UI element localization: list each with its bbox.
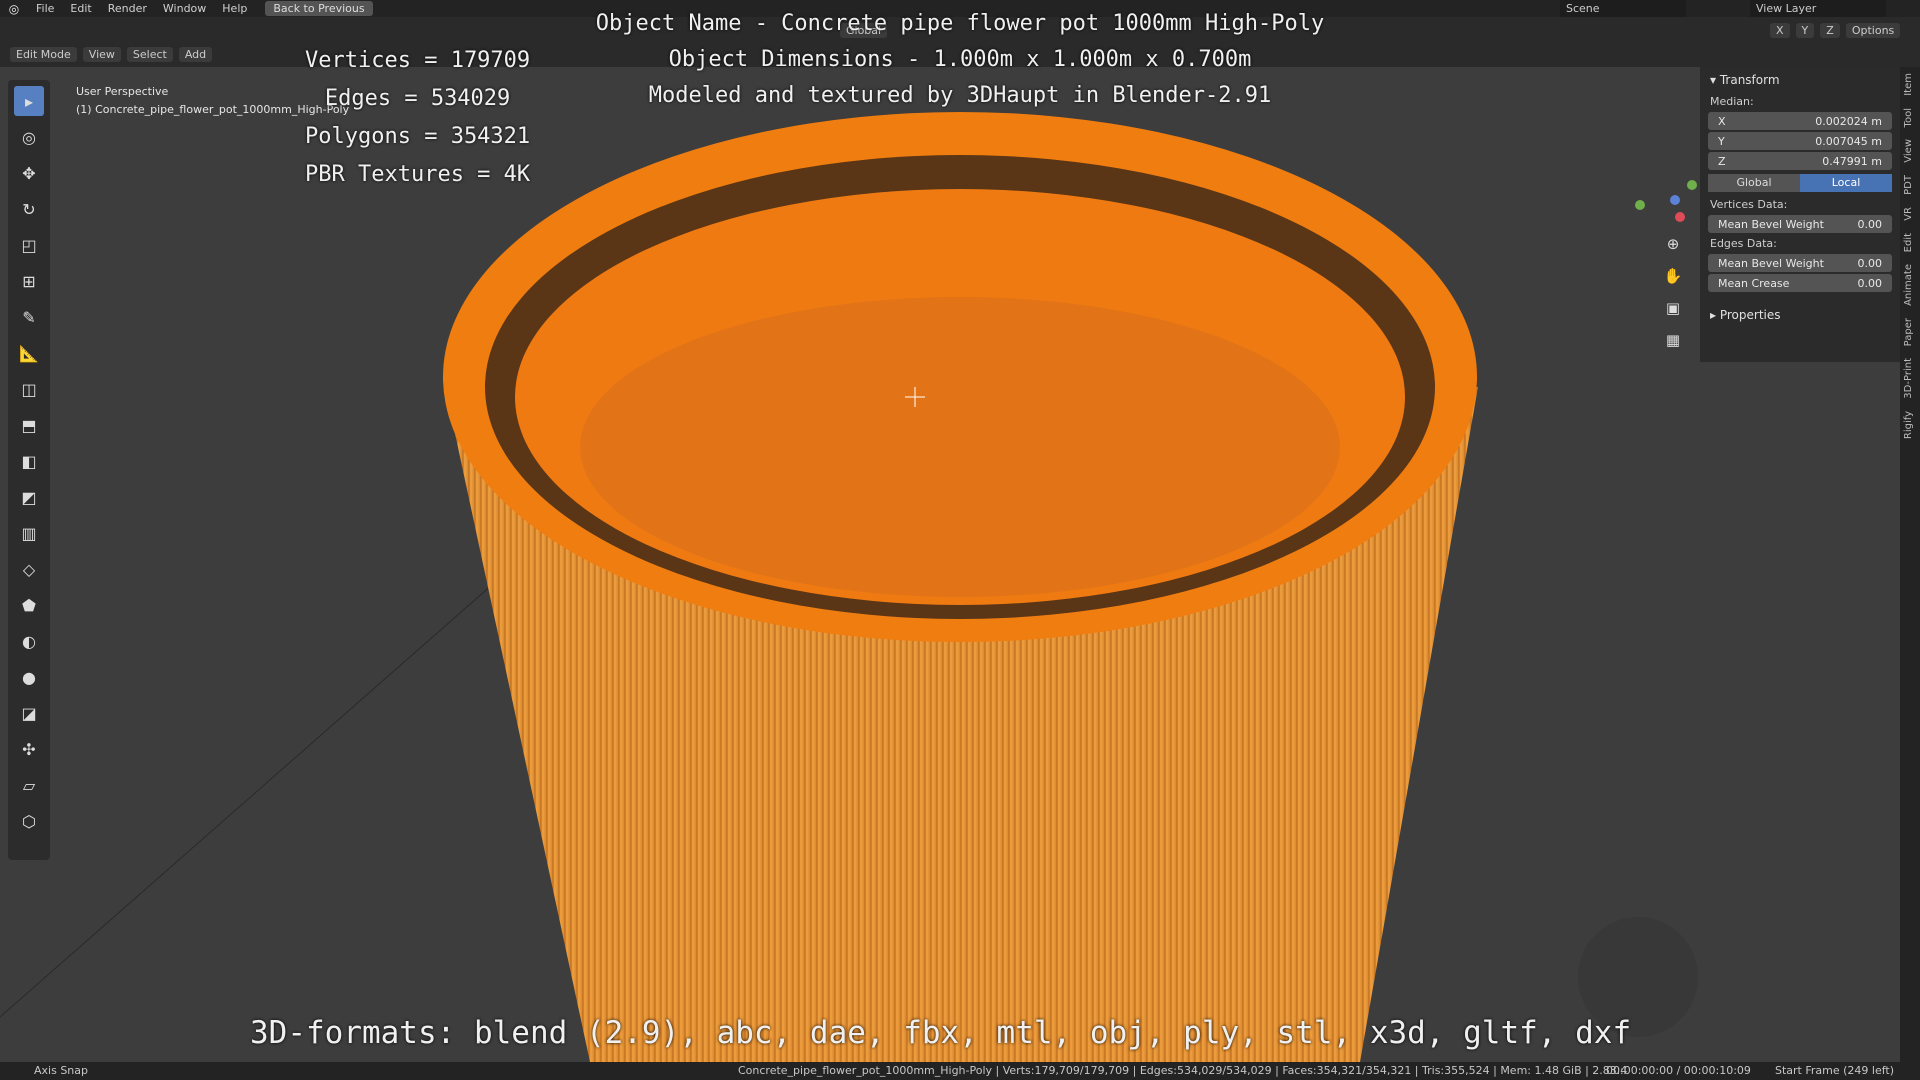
axis-x-toggle[interactable]: X: [1770, 22, 1790, 38]
cursor-tool-icon[interactable]: ◎: [14, 122, 44, 152]
tab-item[interactable]: Item: [1900, 67, 1917, 102]
vertices-data-label: Vertices Data:: [1710, 198, 1788, 211]
loop-cut-tool-icon[interactable]: ▥: [14, 518, 44, 548]
formats-overlay: 3D-formats: blend (2.9), abc, dae, fbx, …: [250, 1015, 1632, 1051]
perspective-label: User Perspective: [76, 85, 169, 98]
knife-tool-icon[interactable]: ◇: [14, 554, 44, 584]
add-cube-tool-icon[interactable]: ◫: [14, 374, 44, 404]
tab-vr[interactable]: VR: [1900, 201, 1917, 227]
shear-tool-icon[interactable]: ▱: [14, 770, 44, 800]
bevel-tool-icon[interactable]: ◩: [14, 482, 44, 512]
tab-3d-print[interactable]: 3D-Print: [1900, 352, 1917, 405]
axis-gizmo-icon: [1635, 180, 1697, 222]
median-y-field[interactable]: Y 0.007045 m: [1708, 132, 1892, 150]
menu-help[interactable]: Help: [214, 2, 255, 15]
menu-edit[interactable]: Edit: [62, 2, 99, 15]
grid-view-icon[interactable]: ▦: [1660, 331, 1686, 357]
tab-animate[interactable]: Animate: [1900, 258, 1917, 312]
rip-tool-icon[interactable]: ⬡: [14, 806, 44, 836]
pot-mesh: [0, 112, 1698, 1062]
view-menu[interactable]: View: [82, 46, 121, 62]
frame-info: Start Frame (249 left): [1775, 1064, 1895, 1077]
smooth-tool-icon[interactable]: ●: [14, 662, 44, 692]
object-dimensions-line: Object Dimensions - 1.000m x 1.000m x 0.…: [668, 47, 1252, 72]
median-x-field[interactable]: X 0.002024 m: [1708, 112, 1892, 130]
rotate-tool-icon[interactable]: ↻: [14, 194, 44, 224]
object-info-overlay: Object Name - Concrete pipe flower pot 1…: [560, 6, 1360, 114]
annotate-tool-icon[interactable]: ✎: [14, 302, 44, 332]
back-to-previous-button[interactable]: Back to Previous: [265, 1, 373, 16]
tab-tool[interactable]: Tool: [1900, 102, 1917, 133]
navigation-gizmo: ⊕ ✋ ▣ ▦: [1635, 180, 1697, 363]
properties-section-header[interactable]: ▸ Properties: [1700, 302, 1900, 328]
transform-section-header[interactable]: ▾ Transform: [1700, 67, 1900, 93]
scale-tool-icon[interactable]: ◰: [14, 230, 44, 260]
tab-paper[interactable]: Paper: [1900, 312, 1917, 352]
pan-hand-icon[interactable]: ✋: [1660, 267, 1686, 293]
median-z-field[interactable]: Z 0.47991 m: [1708, 152, 1892, 170]
transform-tool-icon[interactable]: ⊞: [14, 266, 44, 296]
object-name-line: Object Name - Concrete pipe flower pot 1…: [595, 11, 1325, 36]
poly-build-tool-icon[interactable]: ⬟: [14, 590, 44, 620]
spin-tool-icon[interactable]: ◐: [14, 626, 44, 656]
space-toggle: Global Local: [1708, 174, 1892, 192]
tab-view[interactable]: View: [1900, 133, 1917, 169]
blender-logo-icon[interactable]: ◎: [0, 2, 28, 16]
scene-selector[interactable]: Scene: [1560, 0, 1686, 17]
transform-panel: ▾ Transform Median: X 0.002024 m Y 0.00704…: [1700, 67, 1900, 362]
sidebar-tabs: Item Tool View PDT VR Edit Animate Paper…: [1900, 67, 1920, 1062]
global-toggle[interactable]: Global: [1708, 174, 1800, 192]
vertices-stat: Vertices = 179709: [305, 48, 531, 73]
timecode: 00:00:00:00 / 00:00:10:09: [1606, 1064, 1751, 1077]
tab-rigify[interactable]: Rigify: [1900, 405, 1917, 445]
view-layer-selector[interactable]: View Layer: [1750, 0, 1886, 17]
options-menu[interactable]: Options: [1845, 22, 1901, 38]
mesh-stats-overlay: Vertices = 179709 Edges = 534029 Polygon…: [305, 42, 530, 194]
inset-tool-icon[interactable]: ◧: [14, 446, 44, 476]
tab-edit[interactable]: Edit: [1900, 227, 1917, 258]
menu-render[interactable]: Render: [100, 2, 155, 15]
mode-selector[interactable]: Edit Mode: [10, 46, 77, 62]
tool-shelf: ▸ ◎ ✥ ↻ ◰ ⊞ ✎ 📐 ◫ ⬒ ◧ ◩ ▥ ◇ ⬟ ◐ ● ◪ ✣ ▱ …: [8, 80, 50, 860]
axis-snap-hint: Axis Snap: [34, 1064, 88, 1077]
status-bar: Axis Snap Concrete_pipe_flower_pot_1000m…: [0, 1062, 1920, 1080]
edges-stat: Edges = 534029: [324, 86, 511, 111]
zoom-icon[interactable]: ⊕: [1660, 235, 1686, 261]
edge-slide-tool-icon[interactable]: ◪: [14, 698, 44, 728]
menu-file[interactable]: File: [28, 2, 62, 15]
extrude-tool-icon[interactable]: ⬒: [14, 410, 44, 440]
camera-icon[interactable]: ▣: [1660, 299, 1686, 325]
vertex-bevel-weight-field[interactable]: Mean Bevel Weight 0.00: [1708, 215, 1892, 233]
axis-y-toggle[interactable]: Y: [1795, 22, 1815, 38]
select-menu[interactable]: Select: [126, 46, 173, 62]
move-tool-icon[interactable]: ✥: [14, 158, 44, 188]
shrink-tool-icon[interactable]: ✣: [14, 734, 44, 764]
add-menu[interactable]: Add: [178, 46, 213, 62]
edges-data-label: Edges Data:: [1710, 237, 1777, 250]
select-tool-icon[interactable]: ▸: [14, 86, 44, 116]
measure-tool-icon[interactable]: 📐: [14, 338, 44, 368]
median-label: Median:: [1710, 95, 1754, 108]
edge-bevel-weight-field[interactable]: Mean Bevel Weight 0.00: [1708, 254, 1892, 272]
polygons-stat: Polygons = 354321: [305, 124, 531, 149]
3d-viewport[interactable]: User Perspective (1) Concrete_pipe_flowe…: [0, 67, 1700, 1062]
tab-pdt[interactable]: PDT: [1900, 169, 1917, 201]
textures-stat: PBR Textures = 4K: [305, 162, 531, 187]
credits-line: Modeled and textured by 3DHaupt in Blend…: [648, 83, 1272, 108]
mean-crease-field[interactable]: Mean Crease 0.00: [1708, 274, 1892, 292]
axis-z-toggle[interactable]: Z: [1820, 22, 1840, 38]
local-toggle[interactable]: Local: [1800, 174, 1892, 192]
menu-window[interactable]: Window: [155, 2, 214, 15]
scene-statistics: Concrete_pipe_flower_pot_1000mm_High-Pol…: [738, 1064, 1628, 1077]
